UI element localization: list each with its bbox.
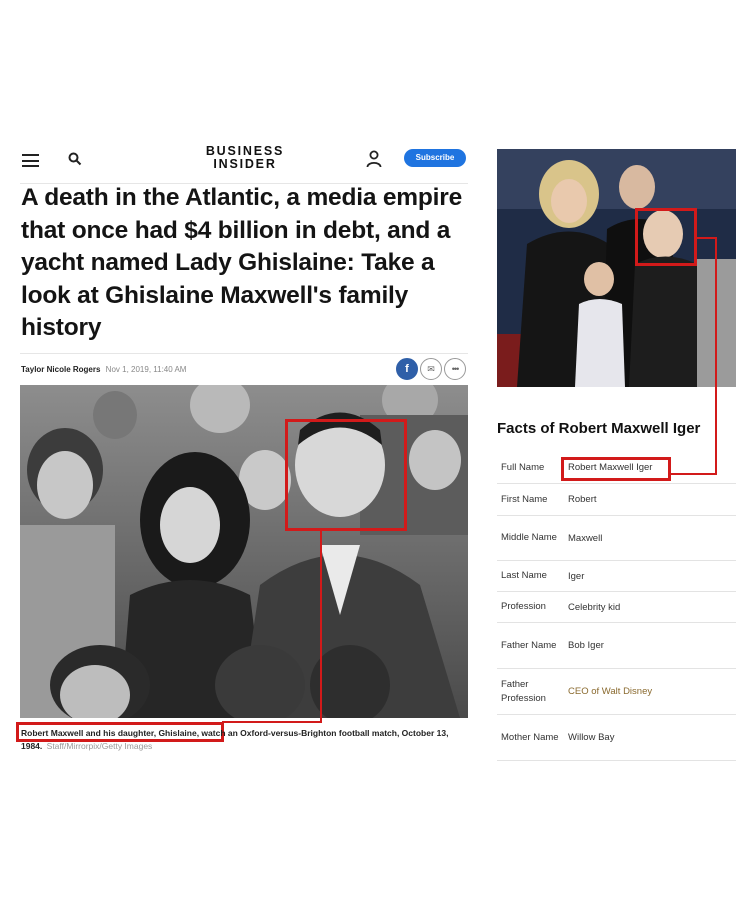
logo-line-2: INSIDER: [213, 157, 277, 171]
fact-row-father-profession: Father Profession CEO of Walt Disney: [497, 669, 736, 715]
fact-value: Celebrity kid: [568, 601, 621, 613]
fact-key: Father Name: [501, 639, 557, 651]
fact-key: Full Name: [501, 461, 545, 473]
family-photo: [497, 149, 736, 387]
byline: Taylor Nicole Rogers Nov 1, 2019, 11:40 …: [21, 365, 186, 374]
facebook-icon[interactable]: f: [396, 358, 418, 380]
facts-table: Full Name Robert Maxwell Iger First Name…: [497, 452, 736, 761]
fact-value: Robert: [568, 494, 597, 505]
email-icon[interactable]: ✉: [420, 358, 442, 380]
fact-key: First Name: [501, 493, 548, 505]
facts-title: Facts of Robert Maxwell Iger: [497, 420, 701, 437]
article-headline: A death in the Atlantic, a media empire …: [21, 184, 463, 341]
fact-row-father-name: Father Name Bob Iger: [497, 623, 736, 669]
connector-line-horizontal: [222, 721, 322, 723]
face-highlight-box: [285, 419, 407, 531]
father-profession-link[interactable]: CEO of Walt Disney: [563, 686, 736, 697]
user-icon[interactable]: [366, 150, 382, 168]
search-icon[interactable]: [68, 152, 82, 166]
fact-row-middle-name: Middle Name Maxwell: [497, 516, 736, 561]
full-name-highlight-box: [561, 457, 671, 481]
photo-credit: Staff/Mirrorpix/Getty Images: [46, 741, 153, 751]
fact-value: Maxwell: [568, 532, 603, 544]
byline-divider: [20, 353, 468, 354]
publish-date: Nov 1, 2019, 11:40 AM: [105, 365, 187, 374]
fact-row-first-name: First Name Robert: [497, 484, 736, 516]
connector-line-right-top: [697, 237, 717, 239]
fact-key: Father Profession: [501, 678, 546, 704]
fact-row-last-name: Last Name Iger: [497, 561, 736, 592]
fact-key: Profession: [501, 601, 546, 612]
basketball-court-image: [497, 149, 736, 387]
site-logo[interactable]: BUSINESS INSIDER: [200, 145, 290, 171]
more-icon[interactable]: •••: [444, 358, 466, 380]
fact-value: Willow Bay: [568, 732, 615, 743]
fact-value: Bob Iger: [568, 640, 604, 651]
fact-row-profession: Profession Celebrity kid: [497, 592, 736, 623]
site-header: BUSINESS INSIDER Subscribe: [20, 142, 468, 184]
menu-icon[interactable]: [22, 154, 39, 167]
photo-caption: Robert Maxwell and his daughter, Ghislai…: [21, 727, 461, 753]
fact-key: Middle Name: [501, 532, 557, 543]
face-highlight-box-right: [635, 208, 697, 266]
fact-value: Iger: [568, 570, 585, 582]
subscribe-button[interactable]: Subscribe: [404, 149, 466, 167]
fact-key: Mother Name: [501, 731, 559, 743]
connector-line-vertical: [320, 531, 322, 723]
fact-row-mother-name: Mother Name Willow Bay: [497, 715, 736, 761]
author-name[interactable]: Taylor Nicole Rogers: [21, 365, 100, 374]
connector-line-right-vertical: [715, 237, 717, 475]
fact-key: Last Name: [501, 570, 547, 581]
